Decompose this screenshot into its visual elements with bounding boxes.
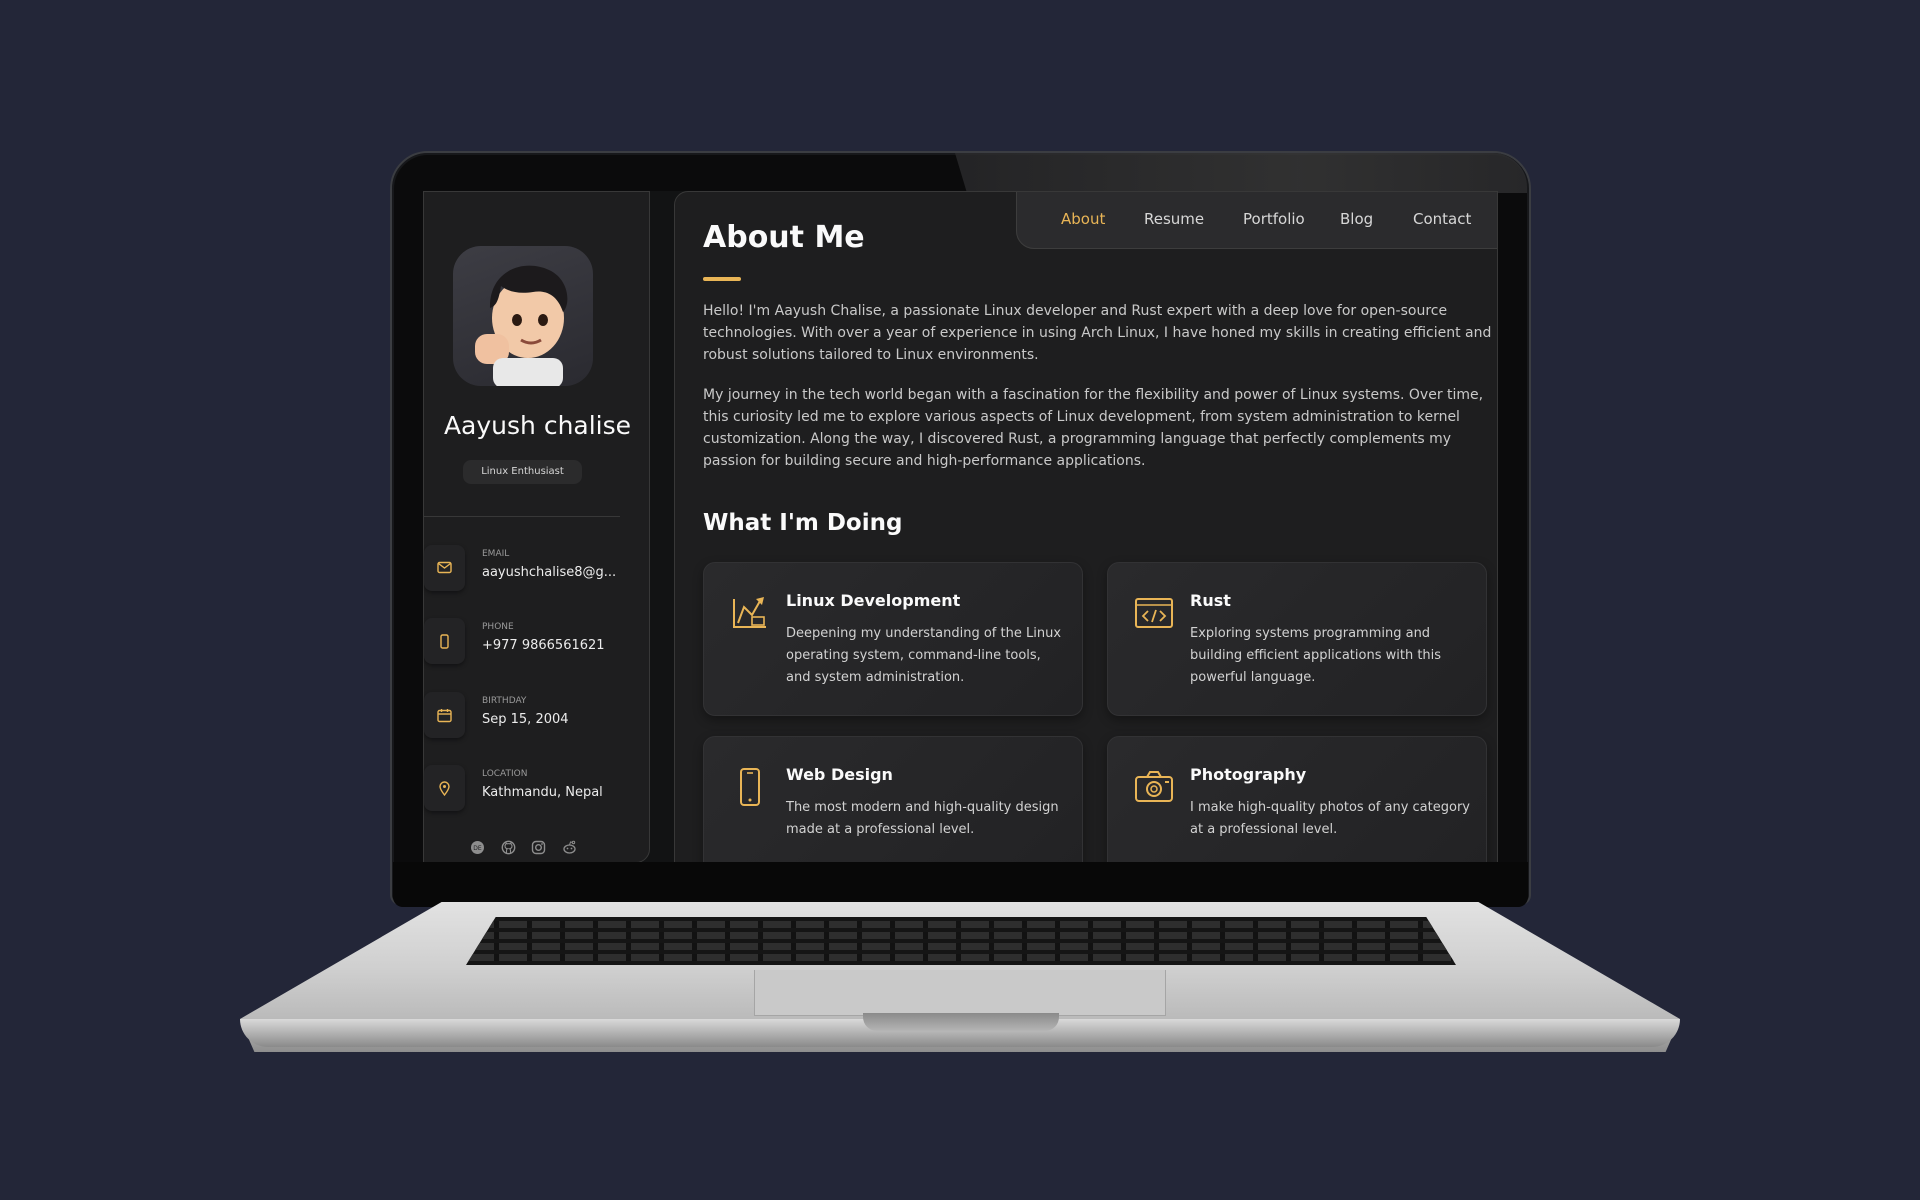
instagram-icon[interactable] [531, 840, 546, 855]
tab-portfolio[interactable]: Portfolio [1243, 210, 1305, 228]
contact-value[interactable]: aayushchalise8@g... [482, 565, 622, 580]
service-card-photography: Photography I make high-quality photos o… [1107, 736, 1487, 862]
contact-birthday: BIRTHDAY Sep 15, 2004 [424, 692, 644, 740]
avatar [453, 246, 593, 386]
profile-sidebar: Aayush chalise Linux Enthusiast EMAIL aa… [423, 191, 650, 863]
contact-phone[interactable]: PHONE +977 9866561621 [424, 618, 644, 666]
laptop-notch [863, 1013, 1059, 1031]
page-title: About Me [703, 220, 865, 255]
profile-name: Aayush chalise [443, 411, 632, 440]
main-panel: About Resume Portfolio Blog Contact Abou… [674, 191, 1498, 863]
contact-label: BIRTHDAY [482, 696, 527, 706]
contact-value: Kathmandu, Nepal [482, 785, 603, 800]
contact-label: PHONE [482, 622, 514, 632]
service-text: The most modern and high-quality design … [786, 800, 1059, 837]
service-text: Exploring systems programming and buildi… [1190, 626, 1442, 685]
service-text: I make high-quality photos of any catego… [1190, 800, 1470, 837]
sidebar-divider [424, 516, 620, 517]
tab-blog[interactable]: Blog [1340, 210, 1373, 228]
top-navbar: About Resume Portfolio Blog Contact [1016, 192, 1497, 249]
contact-value[interactable]: +977 9866561621 [482, 638, 622, 653]
contact-label: LOCATION [482, 769, 528, 779]
github-icon[interactable] [501, 840, 516, 855]
laptop-trackpad [754, 970, 1166, 1016]
service-title: Photography [1190, 765, 1307, 784]
service-text: Deepening my understanding of the Linux … [786, 626, 1062, 685]
laptop-bezel-bottom [393, 862, 1528, 907]
laptop-keyboard [466, 917, 1456, 965]
dev-icon[interactable]: DE [470, 840, 485, 855]
contact-value: Sep 15, 2004 [482, 712, 569, 727]
service-card-linux: Linux Development Deepening my understan… [703, 562, 1083, 716]
location-icon [439, 781, 450, 796]
service-title: Web Design [786, 765, 893, 784]
service-title: Rust [1190, 591, 1231, 610]
mail-icon [437, 561, 452, 574]
mobile-icon [740, 768, 760, 806]
section-title: What I'm Doing [703, 510, 903, 536]
laptop-screen: Aayush chalise Linux Enthusiast EMAIL aa… [423, 191, 1498, 863]
tab-contact[interactable]: Contact [1413, 210, 1471, 228]
contact-email[interactable]: EMAIL aayushchalise8@g... [424, 545, 644, 593]
code-icon [1135, 598, 1173, 628]
reddit-icon[interactable] [562, 840, 577, 855]
screen-glare [955, 153, 1527, 193]
contact-location: LOCATION Kathmandu, Nepal [424, 765, 644, 813]
contact-label: EMAIL [482, 549, 510, 559]
tab-about[interactable]: About [1061, 210, 1105, 228]
phone-icon [440, 634, 449, 649]
profile-title-badge: Linux Enthusiast [463, 460, 582, 484]
about-paragraph: My journey in the tech world began with … [703, 387, 1484, 469]
title-underline [703, 277, 741, 281]
design-icon [733, 597, 766, 628]
tab-resume[interactable]: Resume [1144, 210, 1204, 228]
service-card-webdesign: Web Design The most modern and high-qual… [703, 736, 1083, 862]
service-card-rust: Rust Exploring systems programming and b… [1107, 562, 1487, 716]
svg-text:DE: DE [473, 845, 482, 852]
camera-icon [1135, 771, 1173, 802]
service-title: Linux Development [786, 591, 961, 610]
calendar-icon [437, 709, 452, 723]
about-paragraph: Hello! I'm Aayush Chalise, a passionate … [703, 303, 1492, 363]
